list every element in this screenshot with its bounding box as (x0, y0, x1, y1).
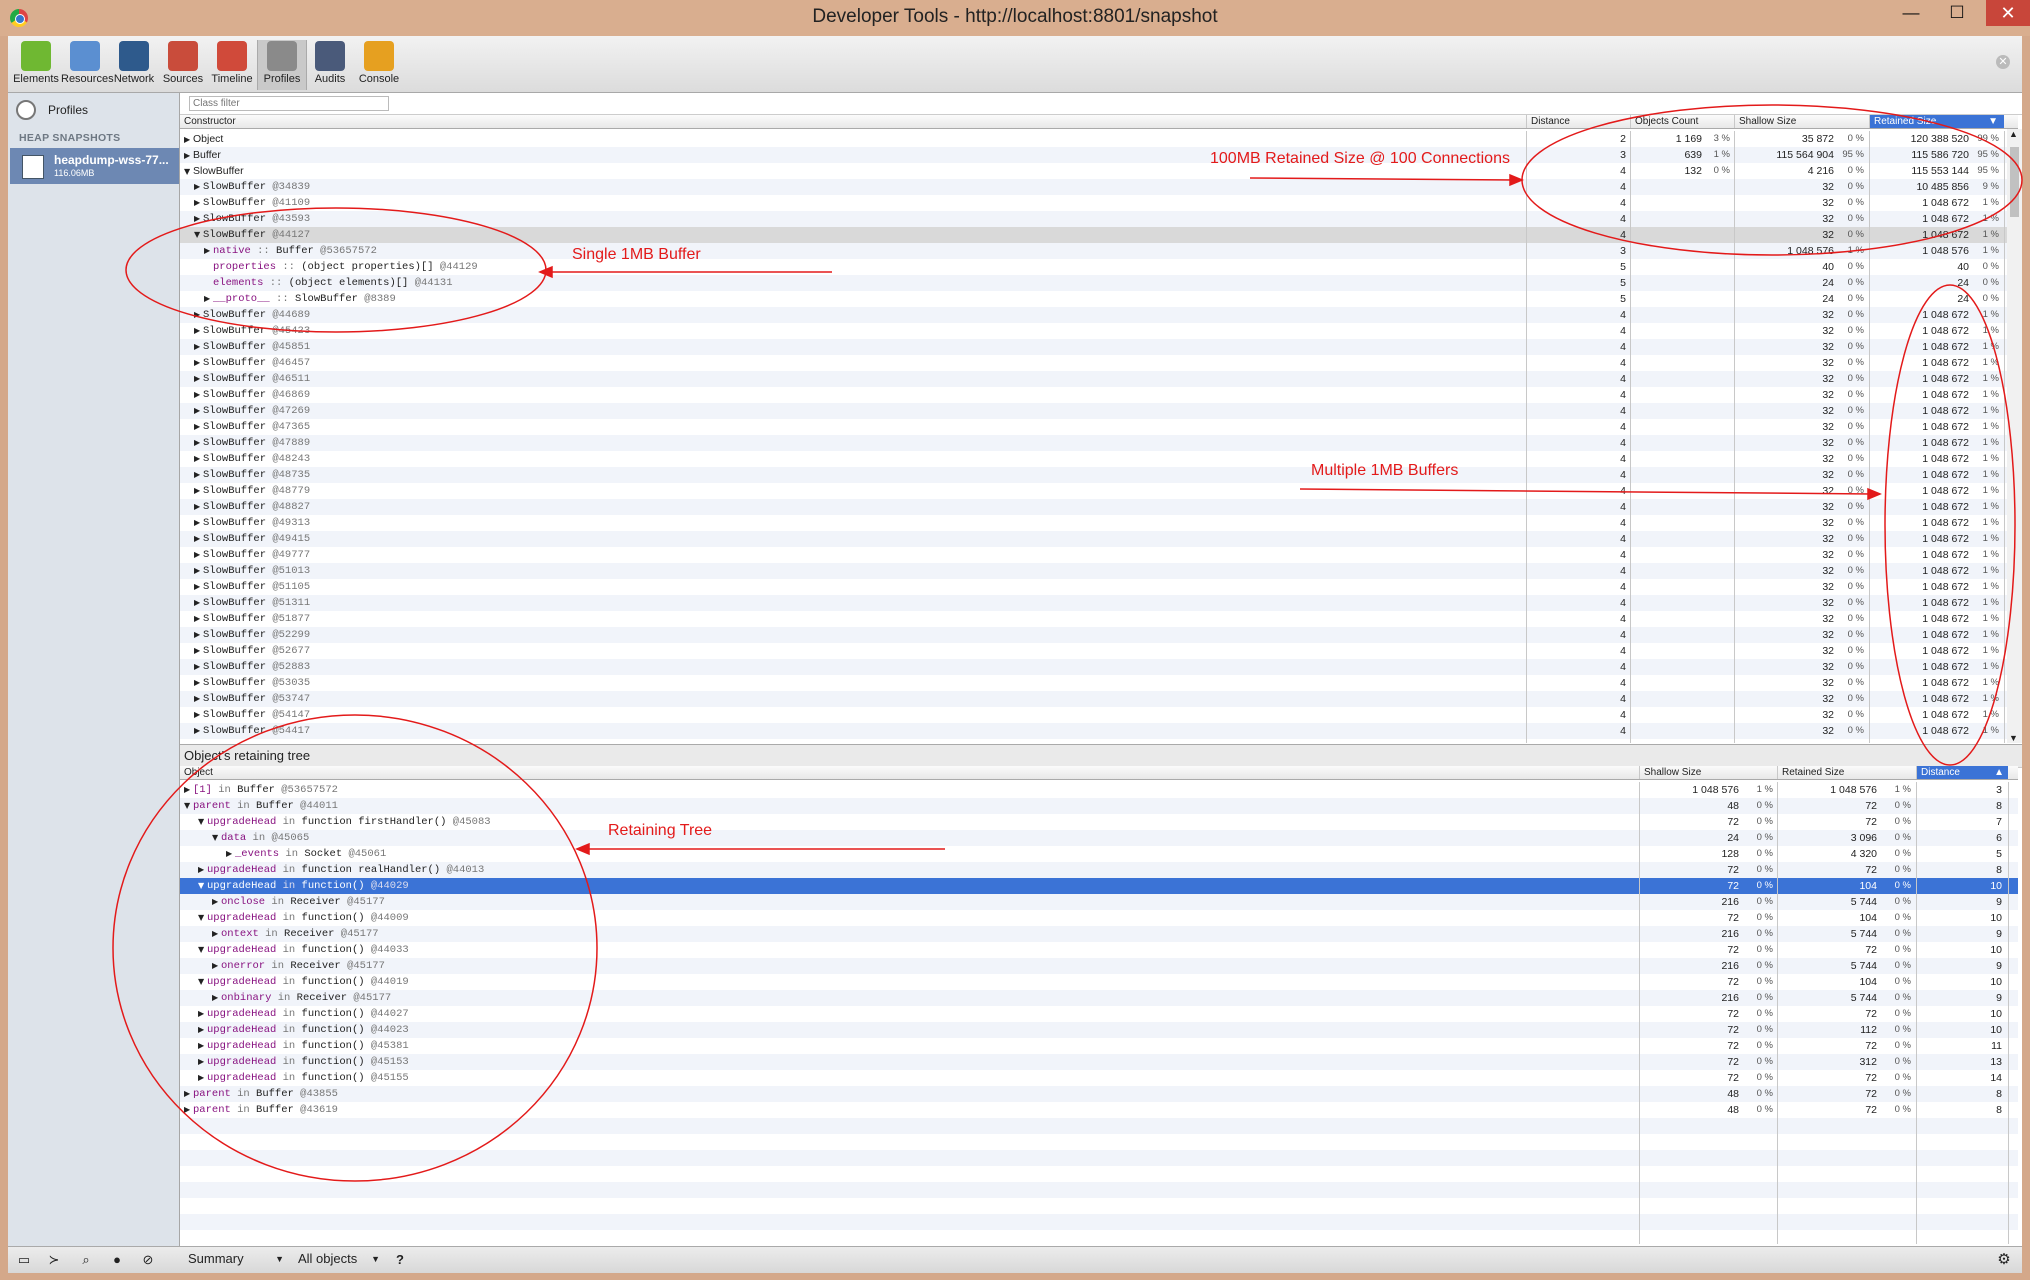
ellipse-single (125, 207, 547, 333)
annotation-multiple: Multiple 1MB Buffers (1311, 462, 1459, 479)
ellipse-tree (112, 714, 598, 1182)
arrowhead-retained (1509, 173, 1524, 187)
ellipse-multiple (1884, 284, 2016, 766)
ellipse-retained (1521, 104, 2023, 256)
arrowhead-multiple (1867, 487, 1882, 501)
annotation-overlay (112, 104, 2023, 1182)
annotation-tree: Retaining Tree (608, 822, 713, 839)
arrow-retained (1249, 177, 1516, 181)
arrow-multiple (1299, 488, 1873, 495)
annotation-single: Single 1MB Buffer (572, 246, 701, 263)
arrowhead-tree (575, 842, 590, 856)
annotation-retained: 100MB Retained Size @ 100 Connections (1210, 150, 1510, 167)
